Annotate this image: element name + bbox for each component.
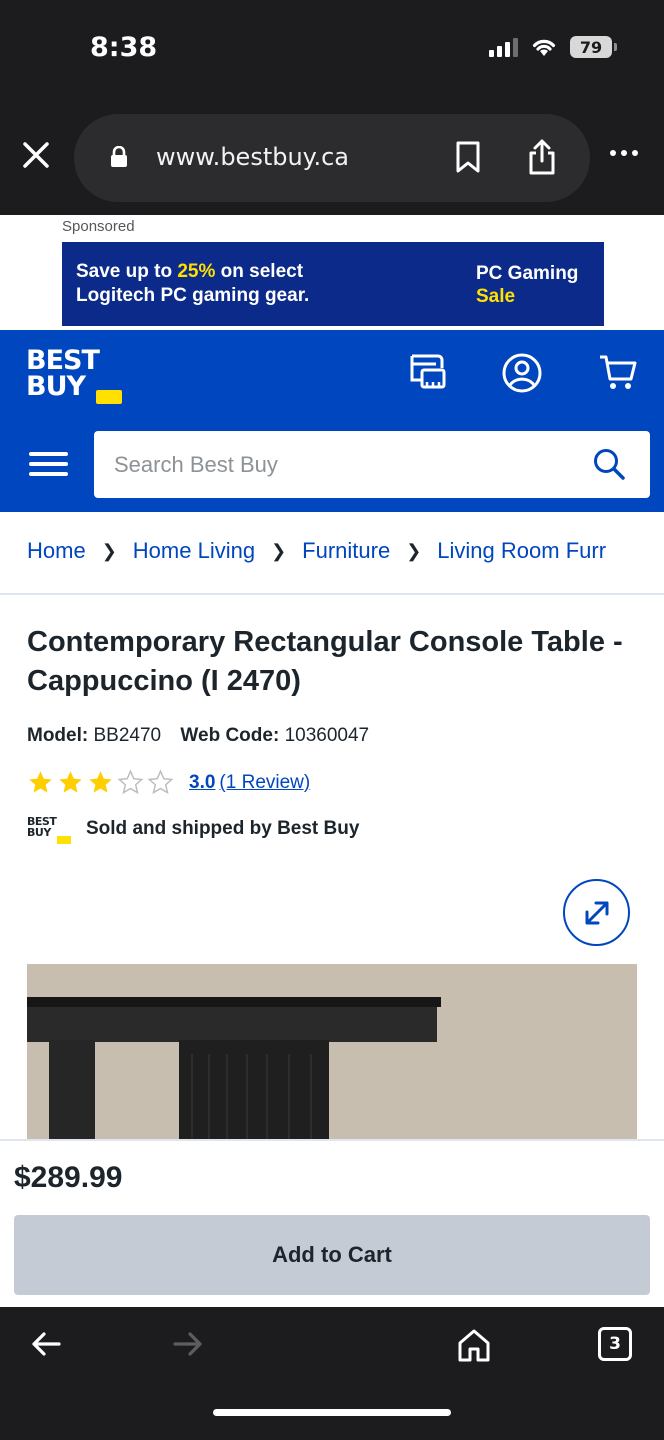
logo-tag-icon (96, 390, 122, 404)
breadcrumb: Home ❯ Home Living ❯ Furniture ❯ Living … (27, 538, 664, 564)
url-text[interactable]: www.bestbuy.ca (156, 143, 349, 171)
browser-bottom-bar: 3 (0, 1307, 664, 1440)
star-filled-icon (59, 771, 82, 793)
browser-top-chrome: 8:38 79 www.bestbuy.ca (0, 0, 664, 215)
lock-icon (111, 146, 127, 167)
expand-icon (585, 901, 608, 924)
star-filled-icon (29, 771, 52, 793)
product-image[interactable] (27, 964, 637, 1139)
menu-icon[interactable] (29, 452, 68, 482)
search-box[interactable] (94, 431, 650, 498)
cellular-signal-icon (489, 37, 518, 57)
ad-banner[interactable]: Save up to 25% on select Logitech PC gam… (62, 242, 604, 326)
share-icon[interactable] (526, 138, 558, 176)
sticky-purchase-bar: $289.99 Add to Cart (0, 1139, 664, 1307)
chevron-right-icon: ❯ (271, 540, 287, 561)
close-icon[interactable] (22, 140, 52, 176)
best-buy-small-logo: BEST BUY (27, 816, 71, 844)
search-bar (0, 418, 664, 512)
store-icon[interactable] (408, 352, 448, 392)
best-buy-logo[interactable]: BEST BUY (26, 347, 100, 400)
divider (0, 593, 664, 595)
search-icon[interactable] (592, 447, 626, 481)
expand-image-button[interactable] (563, 879, 630, 946)
home-icon[interactable] (456, 1327, 492, 1363)
back-arrow-icon[interactable] (30, 1329, 62, 1359)
status-time: 8:38 (90, 32, 158, 63)
ad-text: Save up to 25% on select Logitech PC gam… (76, 261, 310, 306)
model-info: Model: BB2470 Web Code: 10360047 (27, 725, 370, 746)
breadcrumb-home[interactable]: Home (27, 538, 86, 564)
product-price: $289.99 (14, 1161, 123, 1194)
sponsored-label: Sponsored (62, 218, 135, 235)
rating-link[interactable]: 3.0 (1 Review) (189, 772, 310, 794)
star-empty-icon (147, 769, 174, 795)
console-table-image (27, 964, 637, 1139)
tabs-button[interactable]: 3 (598, 1327, 632, 1361)
add-to-cart-button[interactable]: Add to Cart (14, 1215, 650, 1295)
breadcrumb-home-living[interactable]: Home Living (133, 538, 255, 564)
home-indicator (213, 1409, 451, 1416)
site-header: BEST BUY (0, 330, 664, 418)
breadcrumb-living-room[interactable]: Living Room Furr (437, 538, 606, 564)
chevron-right-icon: ❯ (101, 540, 117, 561)
forward-arrow-icon[interactable] (172, 1329, 204, 1359)
product-title: Contemporary Rectangular Console Table -… (27, 626, 623, 697)
breadcrumb-furniture[interactable]: Furniture (302, 538, 390, 564)
rating-stars (27, 769, 174, 796)
ad-sale-text: PC Gaming Sale (476, 263, 579, 307)
search-input[interactable] (114, 431, 574, 498)
cart-icon[interactable] (598, 352, 638, 392)
star-filled-icon (89, 771, 112, 793)
star-empty-icon (117, 769, 144, 795)
sold-by-text: Sold and shipped by Best Buy (86, 818, 360, 839)
status-indicators: 79 (489, 36, 617, 58)
wifi-icon (532, 39, 556, 56)
bookmark-icon[interactable] (455, 140, 481, 174)
more-options-icon[interactable] (610, 150, 638, 156)
battery-icon: 79 (570, 36, 617, 58)
account-icon[interactable] (501, 352, 543, 394)
chevron-right-icon: ❯ (406, 540, 422, 561)
